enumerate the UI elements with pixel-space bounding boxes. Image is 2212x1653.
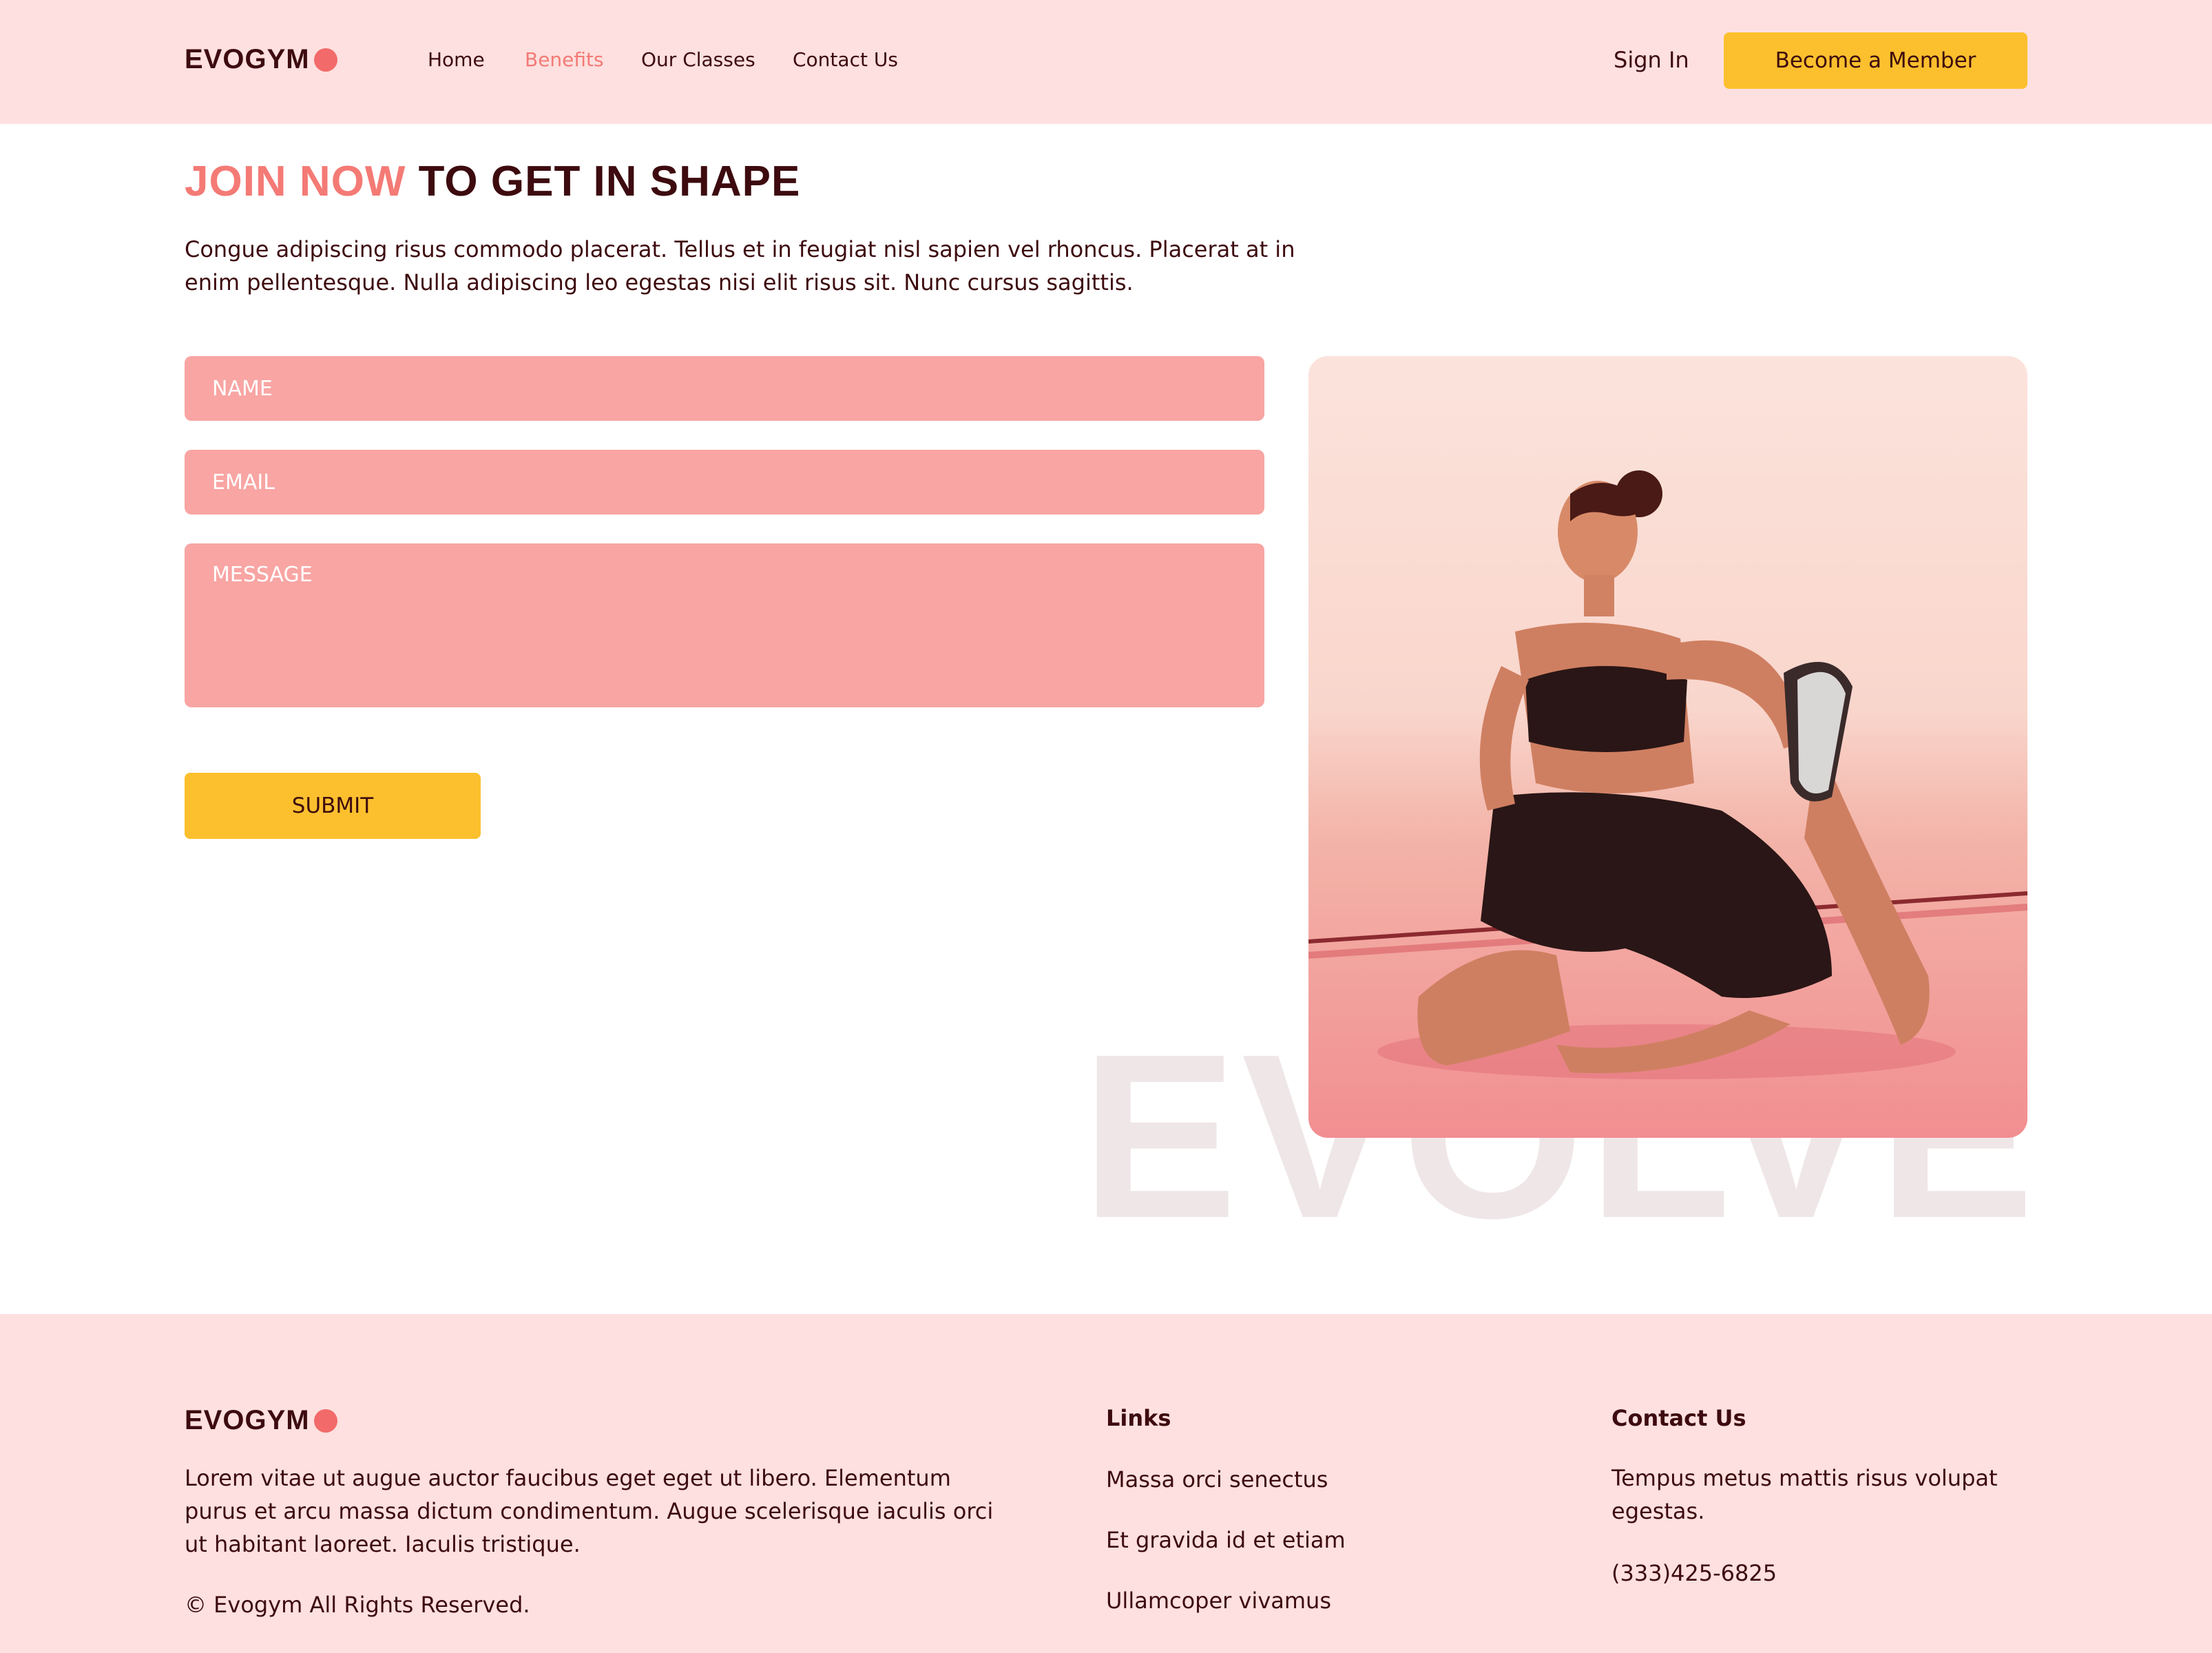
navbar: EVOGYM Home Benefits Our Classes Contact… <box>0 0 2212 124</box>
copyright-text: © Evogym All Rights Reserved. <box>185 1592 530 1618</box>
footer-description: Lorem vitae ut augue auctor faucibus ege… <box>185 1465 994 1557</box>
submit-button[interactable]: SUBMIT <box>185 773 481 839</box>
intro-text: Congue adipiscing risus commodo placerat… <box>185 236 1295 295</box>
brand-logo[interactable]: EVOGYM <box>185 44 337 75</box>
page-title: JOIN NOW TO GET IN SHAPE <box>185 157 800 206</box>
footer-links-heading: Links <box>1106 1405 1171 1431</box>
page-title-rest: TO GET IN SHAPE <box>406 158 801 205</box>
woman-stretching-illustration <box>1308 470 2027 1079</box>
sign-in-link[interactable]: Sign In <box>1614 47 1689 73</box>
nav-link-benefits[interactable]: Benefits <box>525 48 604 71</box>
footer-contact-text: Tempus metus mattis risus volupat egesta… <box>1611 1465 1998 1524</box>
footer-link-1[interactable]: Massa orci senectus <box>1106 1466 1328 1493</box>
footer-brand-logo-dot-icon <box>313 1408 337 1433</box>
footer-brand-logo-text: EVOGYM <box>185 1405 310 1435</box>
nav-link-home[interactable]: Home <box>428 48 485 71</box>
brand-logo-text: EVOGYM <box>185 44 310 74</box>
nav-link-our-classes[interactable]: Our Classes <box>641 48 755 71</box>
brand-logo-dot-icon <box>313 48 337 72</box>
become-member-button[interactable]: Become a Member <box>1724 32 2027 89</box>
footer-link-2[interactable]: Et gravida id et etiam <box>1106 1527 1346 1553</box>
footer-brand-logo[interactable]: EVOGYM <box>185 1405 337 1436</box>
footer-contact-heading: Contact Us <box>1611 1405 1746 1431</box>
nav-link-contact-us[interactable]: Contact Us <box>793 48 898 71</box>
page-title-highlight: JOIN NOW <box>185 158 406 205</box>
name-input[interactable] <box>185 356 1264 421</box>
message-textarea[interactable] <box>185 543 1264 707</box>
footer-phone: (333)425-6825 <box>1611 1560 1777 1586</box>
email-input[interactable] <box>185 450 1264 514</box>
contact-us-image <box>1308 356 2027 1138</box>
footer-link-3[interactable]: Ullamcoper vivamus <box>1106 1588 1331 1614</box>
